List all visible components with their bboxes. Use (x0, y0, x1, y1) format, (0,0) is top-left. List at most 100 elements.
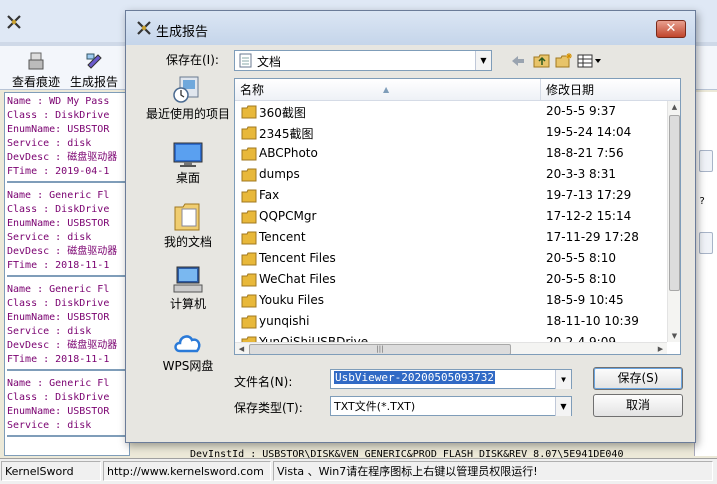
file-date: 20-5-5 8:10 (546, 251, 616, 265)
file-name: WeChat Files (259, 272, 336, 286)
side-button[interactable] (699, 150, 713, 172)
app-logo-icon (137, 21, 151, 35)
file-name: QQPCMgr (259, 209, 317, 223)
vertical-scrollbar[interactable]: ▲ ▼ (667, 101, 680, 342)
scrollbar-thumb[interactable]: ||| (249, 344, 511, 354)
file-date: 17-11-29 17:28 (546, 230, 639, 244)
filetype-value: TXT文件(*.TXT) (334, 400, 416, 413)
scroll-down-icon[interactable]: ▼ (668, 330, 680, 342)
new-folder-icon[interactable] (555, 52, 573, 70)
chevron-down-icon[interactable]: ▼ (555, 370, 571, 389)
folder-icon (241, 315, 257, 329)
folder-icon (241, 210, 257, 224)
scroll-left-icon[interactable]: ◀ (235, 343, 248, 354)
place-wps-cloud[interactable]: WPS网盘 (140, 329, 236, 373)
scroll-right-icon[interactable]: ▶ (654, 343, 667, 354)
save-in-dropdown[interactable]: 文档 ▼ (234, 50, 492, 71)
log-line: FTime : 2018-11-1 (7, 260, 110, 271)
close-button[interactable]: ✕ (656, 20, 686, 38)
status-bar: KernelSword http://www.kernelsword.com V… (0, 458, 717, 484)
usb-drive-icon (28, 52, 44, 70)
save-in-value: 文档 (257, 55, 282, 69)
log-line: Name : Generic Fl (7, 284, 110, 295)
place-recent-items[interactable]: 最近使用的项目 (140, 75, 236, 121)
save-button[interactable]: 保存(S) (593, 367, 683, 390)
place-label: 计算机 (169, 297, 206, 311)
log-line: EnumName: USBSTOR (7, 218, 110, 229)
log-line: EnumName: USBSTOR (7, 124, 110, 135)
chevron-down-icon[interactable]: ▼ (475, 51, 491, 70)
dialog-titlebar[interactable]: 生成报告 ✕ (126, 11, 695, 45)
place-label: 最近使用的项目 (145, 107, 230, 121)
view-menu-icon[interactable] (577, 52, 605, 70)
file-row[interactable]: 2345截图 19-5-24 14:04 (235, 123, 667, 144)
file-date: 17-12-2 15:14 (546, 209, 632, 223)
file-row[interactable]: QQPCMgr 17-12-2 15:14 (235, 207, 667, 228)
file-date: 19-5-24 14:04 (546, 125, 632, 139)
log-line: DevDesc : 磁盘驱动器 (7, 152, 118, 163)
cancel-button[interactable]: 取消 (593, 394, 683, 417)
folder-icon (241, 273, 257, 287)
log-line: Class : DiskDrive (7, 298, 110, 309)
file-row[interactable]: Youku Files 18-5-9 10:45 (235, 291, 667, 312)
log-line: Class : DiskDrive (7, 110, 110, 121)
scroll-up-icon[interactable]: ▲ (668, 101, 680, 113)
log-line: Name : Generic Fl (7, 378, 110, 389)
log-line: Class : DiskDrive (7, 392, 110, 403)
places-bar: 最近使用的项目 桌面 我的文档 计算机 WPS网盘 (140, 75, 236, 395)
folder-icon (241, 168, 257, 182)
file-name: 2345截图 (259, 127, 314, 141)
log-line: Name : WD My Pass (7, 96, 110, 107)
log-line: DevDesc : 磁盘驱动器 (7, 246, 118, 257)
file-name: Youku Files (259, 293, 325, 307)
file-name: Tencent (259, 230, 306, 244)
back-arrow-icon[interactable] (509, 52, 527, 70)
file-row[interactable]: Fax 19-7-13 17:29 (235, 186, 667, 207)
side-button[interactable] (699, 232, 713, 254)
view-traces-button[interactable]: 查看痕迹 (8, 46, 64, 90)
documents-folder-icon (239, 53, 252, 68)
status-app-name: KernelSword (1, 461, 101, 481)
file-date: 20-5-5 8:10 (546, 272, 616, 286)
place-desktop[interactable]: 桌面 (140, 141, 236, 185)
file-name: 360截图 (259, 106, 306, 120)
generate-report-button[interactable]: 生成报告 (66, 46, 122, 90)
file-row[interactable]: dumps 20-3-3 8:31 (235, 165, 667, 186)
scrollbar-thumb[interactable] (669, 115, 680, 291)
file-name: yunqishi (259, 314, 310, 328)
my-documents-icon (174, 203, 200, 231)
file-row[interactable]: Tencent Files 20-5-5 8:10 (235, 249, 667, 270)
desktop-icon (173, 142, 203, 167)
file-row[interactable]: ABCPhoto 18-8-21 7:56 (235, 144, 667, 165)
place-my-documents[interactable]: 我的文档 (140, 201, 236, 249)
log-block: Name : WD My Pass Class : DiskDrive Enum… (7, 95, 127, 183)
filetype-dropdown[interactable]: TXT文件(*.TXT) ▼ (330, 396, 572, 416)
log-block: Name : Generic Fl Class : DiskDrive Enum… (7, 377, 127, 437)
place-label: 我的文档 (163, 235, 212, 249)
file-row[interactable]: yunqishi 18-11-10 10:39 (235, 312, 667, 333)
report-icon (86, 53, 102, 69)
log-block: Name : Generic Fl Class : DiskDrive Enum… (7, 283, 127, 371)
file-row[interactable]: 360截图 20-5-5 9:37 (235, 102, 667, 123)
up-folder-icon[interactable] (533, 52, 551, 70)
column-header-date[interactable]: 修改日期 (542, 79, 667, 101)
chevron-down-icon[interactable]: ▼ (555, 397, 571, 416)
recent-items-icon (173, 76, 199, 103)
folder-icon (241, 252, 257, 266)
column-header-name[interactable]: 名称 ▲ (235, 79, 541, 101)
file-date: 18-5-9 10:45 (546, 293, 624, 307)
file-list[interactable]: 名称 ▲ 修改日期 360截图 20-5-5 9:37 2345截图 19-5-24 … (234, 78, 681, 355)
file-date: 20-3-3 8:31 (546, 167, 616, 181)
filetype-label: 保存类型(T): (234, 401, 303, 415)
log-line: Service : disk (7, 420, 92, 431)
file-date: 19-7-13 17:29 (546, 188, 632, 202)
place-computer[interactable]: 计算机 (140, 265, 236, 311)
file-name: Tencent Files (259, 251, 336, 265)
file-row[interactable]: WeChat Files 20-5-5 8:10 (235, 270, 667, 291)
device-log-panel[interactable]: Name : WD My Pass Class : DiskDrive Enum… (4, 92, 130, 456)
horizontal-scrollbar[interactable]: ◀ ||| ▶ (235, 342, 667, 354)
folder-icon (241, 294, 257, 308)
file-row[interactable]: Tencent 17-11-29 17:28 (235, 228, 667, 249)
filename-input[interactable]: UsbViewer-20200505093732 ▼ (330, 369, 572, 389)
folder-icon (241, 189, 257, 203)
